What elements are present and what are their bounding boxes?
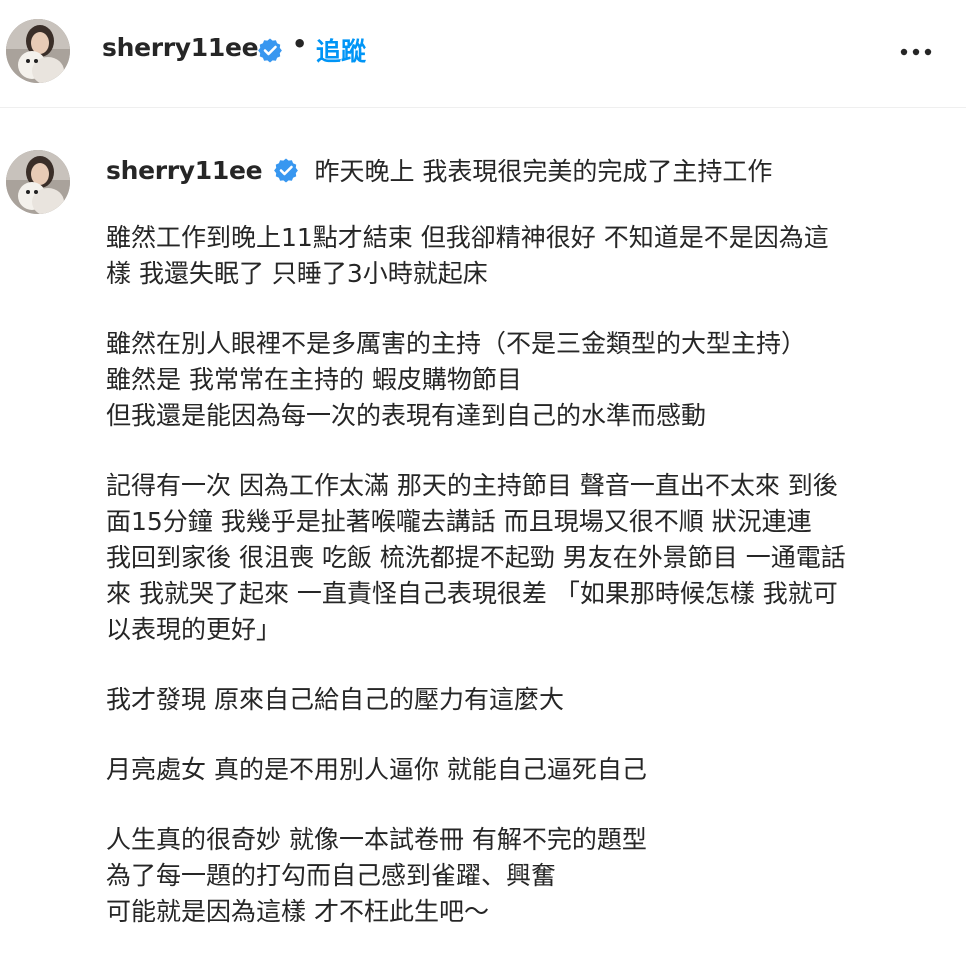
author-avatar[interactable] (6, 19, 70, 83)
caption-line: 以表現的更好」 (106, 615, 282, 644)
caption-username[interactable]: sherry11ee (106, 156, 263, 185)
caption-line: 來 我就哭了起來 一直責怪自己表現很差 「如果那時候怎樣 我就可 (106, 579, 838, 608)
caption-paragraph: 月亮處女 真的是不用別人逼你 就能自己逼死自己 (106, 752, 956, 788)
caption-line: 為了每一題的打勾而自己感到雀躍、興奮 (106, 861, 557, 890)
avatar-photo-icon (6, 19, 70, 83)
caption-line: 我才發現 原來自己給自己的壓力有這麼大 (106, 685, 564, 714)
caption-first-line: 昨天晚上 我表現很完美的完成了主持工作 (314, 157, 773, 186)
caption-line: 月亮處女 真的是不用別人逼你 就能自己逼死自己 (106, 755, 647, 784)
caption-body: 雖然工作到晚上11點才結束 但我卻精神很好 不知道是不是因為這 樣 我還失眠了 … (106, 220, 956, 964)
author-username[interactable]: sherry11ee (102, 33, 259, 62)
caption-author-avatar[interactable] (6, 150, 70, 214)
caption-paragraph: 人生真的很奇妙 就像一本試卷冊 有解不完的題型 為了每一題的打勾而自己感到雀躍、… (106, 822, 956, 930)
avatar-photo-icon (6, 150, 70, 214)
caption-line: 記得有一次 因為工作太滿 那天的主持節目 聲音一直出不太來 到後 (106, 471, 838, 500)
caption-paragraph: 雖然工作到晚上11點才結束 但我卻精神很好 不知道是不是因為這 樣 我還失眠了 … (106, 220, 956, 292)
caption-line: 雖然在別人眼裡不是多厲害的主持（不是三金類型的大型主持） (106, 329, 807, 358)
caption-line: 雖然是 我常常在主持的 蝦皮購物節目 (106, 365, 522, 394)
post-header: sherry11ee • 追蹤 (0, 0, 966, 108)
caption-line: 但我還是能因為每一次的表現有達到自己的水準而感動 (106, 401, 707, 430)
separator-dot: • (292, 30, 308, 58)
more-options-icon[interactable] (896, 40, 936, 64)
verified-badge-icon (257, 37, 283, 63)
caption-header: sherry11ee 昨天晚上 我表現很完美的完成了主持工作 (106, 152, 773, 187)
caption-line: 可能就是因為這樣 才不枉此生吧～ (106, 897, 489, 926)
caption-line: 雖然工作到晚上11點才結束 但我卻精神很好 不知道是不是因為這 (106, 223, 829, 252)
caption-line: 面15分鐘 我幾乎是扯著喉嚨去講話 而且現場又很不順 狀況連連 (106, 507, 812, 536)
caption-paragraph: 我才發現 原來自己給自己的壓力有這麼大 (106, 682, 956, 718)
caption-line: 人生真的很奇妙 就像一本試卷冊 有解不完的題型 (106, 825, 647, 854)
follow-button[interactable]: 追蹤 (316, 32, 366, 68)
caption-paragraph: 雖然在別人眼裡不是多厲害的主持（不是三金類型的大型主持） 雖然是 我常常在主持的… (106, 326, 956, 434)
caption-line: 樣 我還失眠了 只睡了3小時就起床 (106, 259, 488, 288)
caption-paragraph: 記得有一次 因為工作太滿 那天的主持節目 聲音一直出不太來 到後 面15分鐘 我… (106, 468, 956, 648)
caption-line: 我回到家後 很沮喪 吃飯 梳洗都提不起勁 男友在外景節目 一通電話 (106, 543, 846, 572)
verified-badge-icon (273, 157, 299, 183)
